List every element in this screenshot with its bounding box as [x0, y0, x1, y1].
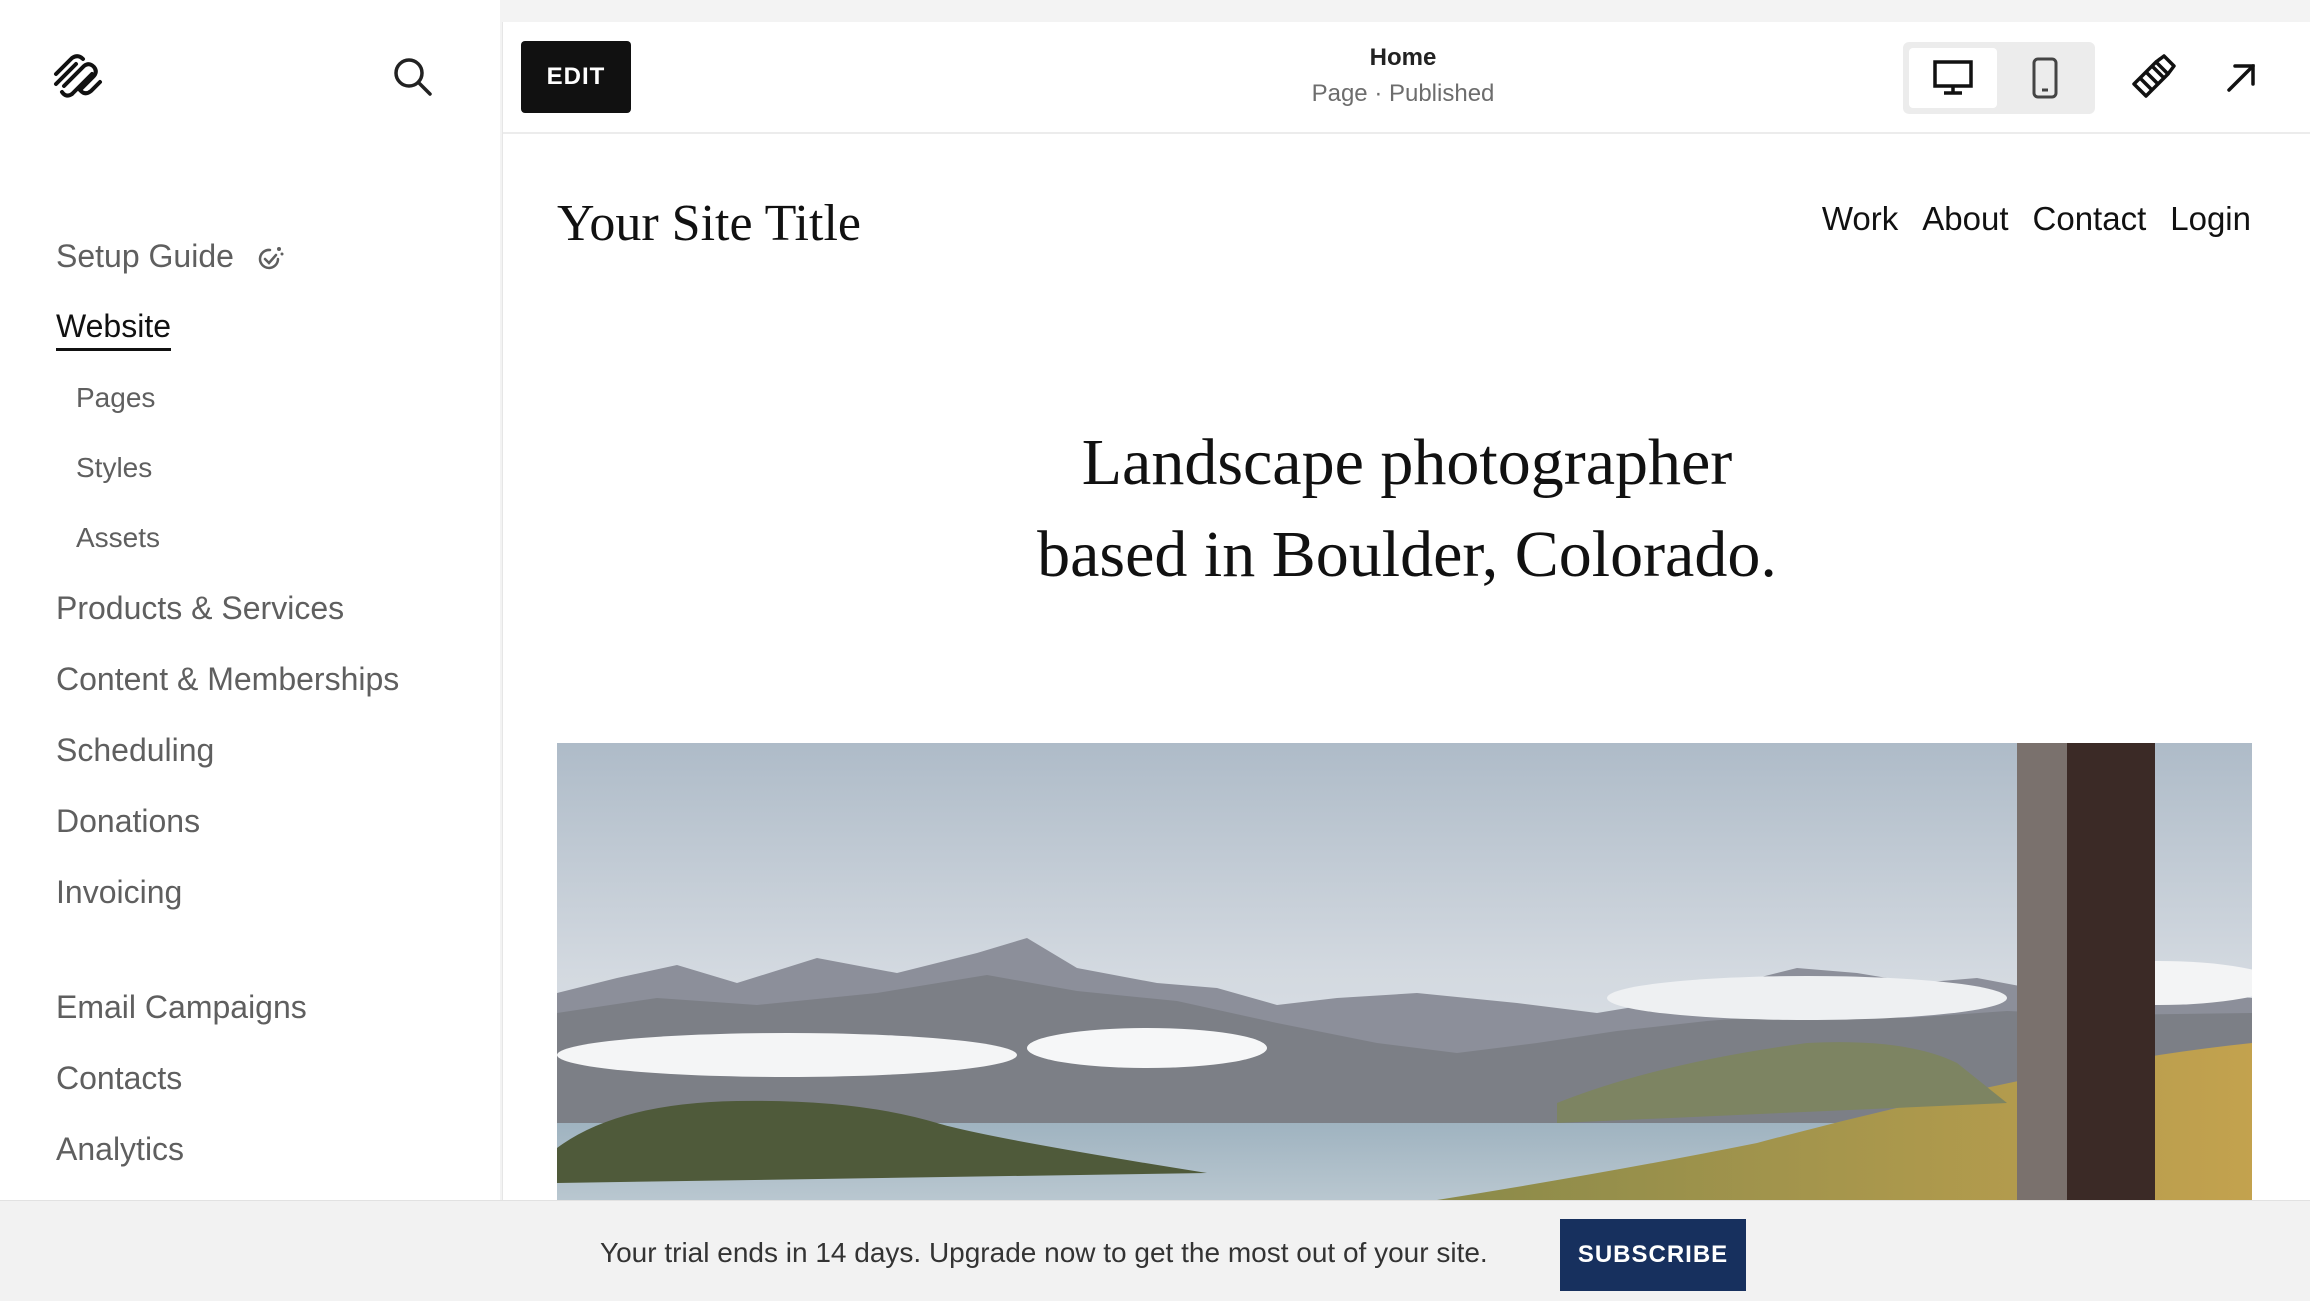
sidebar-item-styles[interactable]: Styles: [76, 452, 152, 484]
sidebar-item-website[interactable]: Website: [56, 308, 172, 351]
sidebar-item-invoicing[interactable]: Invoicing: [56, 874, 182, 911]
sidebar-item-products-services[interactable]: Products & Services: [56, 590, 344, 627]
sidebar-item-donations[interactable]: Donations: [56, 803, 200, 840]
site-nav-work[interactable]: Work: [1822, 200, 1898, 238]
hero-line-2: based in Boulder, Colorado.: [1037, 518, 1777, 591]
site-title[interactable]: Your Site Title: [557, 194, 861, 253]
open-external-icon[interactable]: [2223, 60, 2259, 96]
sidebar-item-analytics[interactable]: Analytics: [56, 1131, 184, 1168]
sidebar-item-label: Website: [56, 308, 172, 351]
editor-topbar: EDIT Home Page · Published: [503, 22, 2310, 134]
hero-heading: Landscape photographer based in Boulder,…: [503, 417, 2310, 601]
desktop-view-button[interactable]: [1909, 48, 1997, 108]
subscribe-button[interactable]: SUBSCRIBE: [1560, 1219, 1746, 1291]
sidebar-item-pages[interactable]: Pages: [76, 382, 155, 414]
site-nav-login[interactable]: Login: [2170, 200, 2251, 238]
device-toggle: [1903, 42, 2095, 114]
sidebar: Setup Guide Website Pages Styles Assets …: [0, 0, 500, 1200]
page-status: Page · Published: [1311, 80, 1495, 107]
sidebar-item-content-memberships[interactable]: Content & Memberships: [56, 661, 399, 698]
page-info: Home Page · Published: [1203, 44, 1603, 108]
sidebar-item-scheduling[interactable]: Scheduling: [56, 732, 214, 769]
edit-button[interactable]: EDIT: [521, 41, 631, 113]
sidebar-item-contacts[interactable]: Contacts: [56, 1060, 182, 1097]
squarespace-logo-icon[interactable]: [50, 52, 106, 102]
site-nav-contact[interactable]: Contact: [2033, 200, 2147, 238]
trial-message: Your trial ends in 14 days. Upgrade now …: [600, 1237, 1488, 1268]
sidebar-item-label: Setup Guide: [56, 238, 234, 274]
search-icon[interactable]: [390, 54, 436, 100]
sidebar-item-setup-guide[interactable]: Setup Guide: [56, 238, 285, 275]
site-preview-frame: EDIT Home Page · Published Your Site Tit…: [502, 22, 2310, 1200]
trial-banner: Your trial ends in 14 days. Upgrade now …: [0, 1200, 2310, 1301]
sidebar-item-assets[interactable]: Assets: [76, 522, 160, 554]
hero-line-1: Landscape photographer: [1081, 426, 1733, 499]
mobile-icon: [2032, 57, 2058, 99]
landscape-photo: [557, 743, 2252, 1200]
sidebar-item-email-campaigns[interactable]: Email Campaigns: [56, 989, 307, 1026]
progress-check-icon: [258, 246, 284, 269]
desktop-icon: [1933, 60, 1973, 95]
paintbrush-icon[interactable]: [2128, 54, 2176, 102]
site-nav: Work About Contact Login: [1822, 200, 2251, 238]
site-nav-about[interactable]: About: [1922, 200, 2008, 238]
page-name: Home: [1369, 44, 1437, 71]
mobile-view-button[interactable]: [2001, 48, 2089, 108]
